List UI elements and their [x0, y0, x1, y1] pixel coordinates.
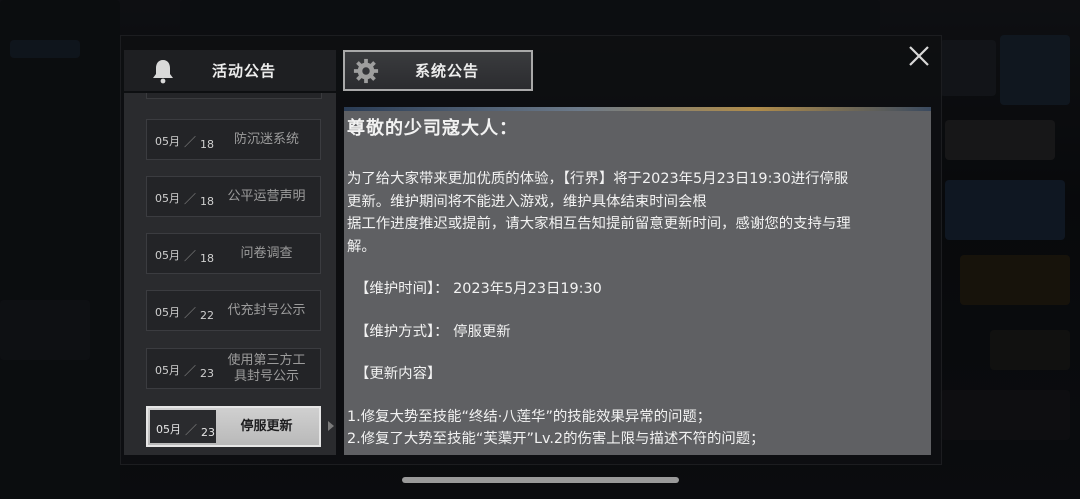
- item-title: 问卷调查: [240, 245, 293, 261]
- item-title: 代充封号公示: [227, 302, 306, 318]
- tab-activity-label: 活动公告: [212, 62, 277, 80]
- gear-icon: [353, 58, 379, 84]
- content-intro: 为了给大家带来更加优质的体验，【行界】将于2023年5月23日19:30进行停服…: [347, 171, 851, 255]
- item-date: 05月／ 23: [155, 363, 215, 381]
- item-date: 05月／ 18: [155, 134, 215, 152]
- item-date: 05月／ 22: [155, 305, 215, 323]
- item-title: 防沉迷系统: [233, 131, 299, 147]
- list-item[interactable]: 05月／ 22 代充封号公示: [146, 290, 321, 331]
- item-title: 停服更新: [240, 418, 293, 434]
- update-item: 1.修复大势至技能“终结·八莲华”的技能效果异常的问题；: [347, 408, 712, 425]
- item-date: 05月／ 23: [156, 422, 216, 440]
- announcement-content[interactable]: 尊敬的少司寇大人： 为了给大家带来更加优质的体验，【行界】将于2023年5月23…: [344, 107, 931, 455]
- tab-activity[interactable]: 活动公告: [124, 50, 336, 91]
- item-date: 05月／ 18: [155, 248, 215, 266]
- list-item[interactable]: 05月／ 23 使用第三方工具封号公示: [146, 348, 321, 389]
- tab-system-label: 系统公告: [415, 62, 480, 80]
- list-item[interactable]: 05月／ 18 问卷调查: [146, 233, 321, 274]
- list-item[interactable]: 05月／ 18 防沉迷系统: [146, 119, 321, 160]
- maintenance-method: 【维护方式】： 停服更新: [355, 323, 511, 340]
- maintenance-time: 【维护时间】： 2023年5月23日19:30: [355, 281, 602, 297]
- content-heading: 尊敬的少司寇大人：: [347, 118, 518, 139]
- list-item-partial: [146, 93, 322, 99]
- update-item: 2.修复了大势至技能“芙蕖开”Lv.2的伤害上限与描述不符的问题；: [347, 431, 765, 447]
- tab-system[interactable]: 系统公告: [343, 50, 533, 91]
- bell-icon: [150, 58, 176, 84]
- item-title: 公平运营声明: [227, 188, 306, 204]
- list-item[interactable]: 05月／ 18 公平运营声明: [146, 176, 321, 217]
- home-indicator[interactable]: [402, 477, 679, 483]
- close-icon: [909, 46, 929, 66]
- close-button[interactable]: [903, 42, 935, 70]
- banner-strip: [344, 107, 931, 111]
- update-heading: 【更新内容】: [355, 366, 442, 382]
- list-item-selected[interactable]: 05月／ 23 停服更新: [146, 406, 321, 447]
- item-title: 使用第三方工具封号公示: [227, 352, 306, 384]
- item-date: 05月／ 18: [155, 191, 215, 209]
- selected-arrow-icon: [328, 421, 334, 431]
